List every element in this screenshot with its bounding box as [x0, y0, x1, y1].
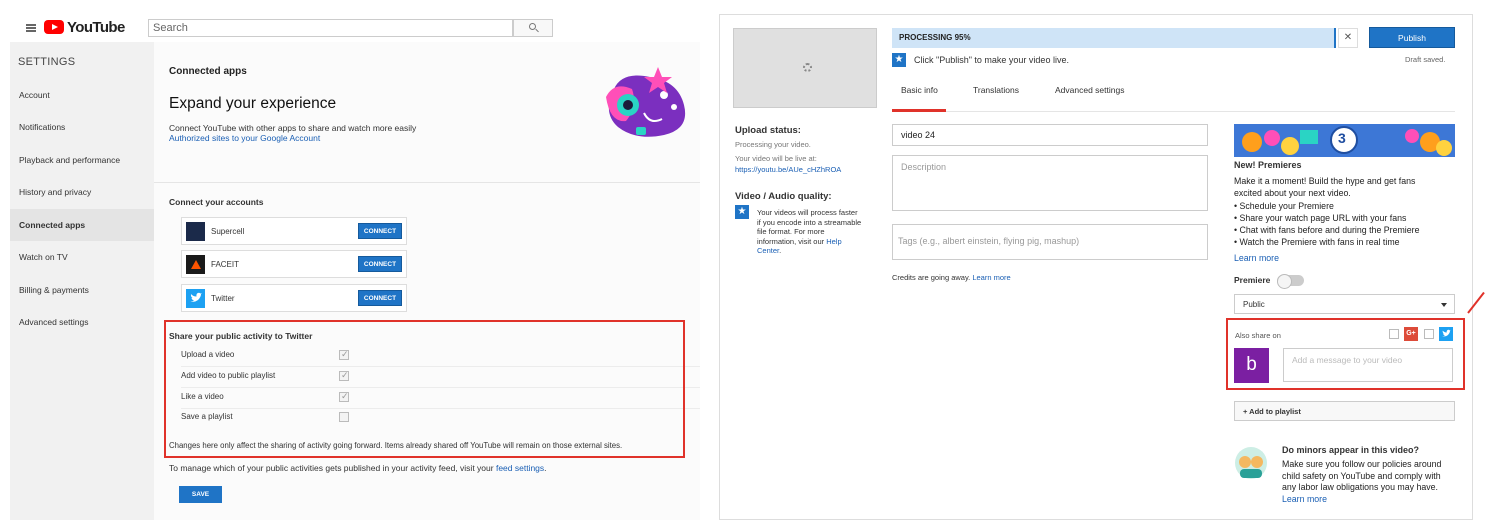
upload-status-label: Upload status:: [735, 125, 801, 136]
manage-activity-text: To manage which of your public activitie…: [169, 463, 547, 473]
account-row-supercell: Supercell CONNECT: [181, 217, 407, 245]
search-input[interactable]: Search: [148, 19, 513, 37]
search-icon: [529, 23, 536, 30]
progress-fill-edge: [1334, 28, 1336, 48]
active-tab-indicator: [892, 109, 946, 112]
save-button[interactable]: SAVE: [179, 486, 222, 503]
premieres-bullet: • Share your watch page URL with your fa…: [1234, 213, 1407, 223]
processing-progress-bar: PROCESSING 95%: [892, 28, 1336, 48]
premiere-label: Premiere: [1234, 275, 1271, 285]
sidebar-title: SETTINGS: [18, 56, 76, 68]
minors-text: Make sure you follow our policies around…: [1282, 459, 1452, 505]
chevron-down-icon: [1441, 303, 1447, 307]
search-button[interactable]: [513, 19, 553, 37]
live-at-text: Your video will be live at:: [735, 154, 817, 163]
connect-twitter-button[interactable]: CONNECT: [358, 290, 402, 306]
sidebar-item-history[interactable]: History and privacy: [10, 176, 154, 208]
video-url-link[interactable]: https://youtu.be/AUe_cHZhROA: [735, 165, 841, 174]
premieres-learn-more-link[interactable]: Learn more: [1234, 253, 1279, 263]
video-thumbnail: [733, 28, 877, 108]
twitter-icon: [186, 289, 205, 308]
youtube-logo-icon[interactable]: [44, 20, 64, 34]
credits-text: Credits are going away.: [892, 273, 971, 282]
sidebar-item-notifications[interactable]: Notifications: [10, 111, 154, 143]
visibility-value: Public: [1243, 300, 1265, 309]
premieres-bullet: • Watch the Premiere with fans in real t…: [1234, 237, 1400, 247]
progress-label: PROCESSING 95%: [899, 33, 971, 42]
section-title: Connected apps: [169, 66, 247, 77]
youtube-wordmark[interactable]: YouTube: [67, 19, 125, 36]
credits-notice: Credits are going away. Learn more: [892, 273, 1011, 282]
minors-illustration: [1235, 447, 1267, 479]
divider: [154, 182, 700, 183]
tags-input[interactable]: Tags (e.g., albert einstein, flying pig,…: [892, 224, 1208, 260]
help-center-end: .: [779, 246, 782, 256]
premieres-banner: 3: [1234, 124, 1455, 157]
account-name: Twitter: [211, 294, 235, 303]
publish-button[interactable]: Publish: [1369, 27, 1455, 48]
premieres-bullet: • Chat with fans before and during the P…: [1234, 225, 1420, 235]
sidebar-item-advanced[interactable]: Advanced settings: [10, 306, 154, 338]
faceit-icon: [186, 255, 205, 274]
visibility-select[interactable]: Public: [1234, 294, 1455, 314]
account-row-faceit: FACEIT CONNECT: [181, 250, 407, 278]
tab-basic-info[interactable]: Basic info: [901, 85, 938, 95]
publish-hint: Click "Publish" to make your video live.: [914, 55, 1069, 65]
connect-supercell-button[interactable]: CONNECT: [358, 223, 402, 239]
minors-learn-more-link[interactable]: Learn more: [1282, 494, 1327, 504]
accounts-heading: Connect your accounts: [169, 197, 264, 207]
premieres-bullet: • Schedule your Premiere: [1234, 201, 1334, 211]
premieres-intro: Make it a moment! Build the hype and get…: [1234, 176, 1416, 198]
tabs-divider: [892, 111, 1455, 112]
page-description: Connect YouTube with other apps to share…: [169, 123, 417, 133]
upload-status-text: Processing your video.: [735, 140, 811, 149]
draft-status: Draft saved.: [1405, 55, 1446, 64]
feed-settings-link[interactable]: feed settings: [496, 463, 544, 473]
account-name: Supercell: [211, 227, 245, 236]
settings-sidebar: SETTINGS Account Notifications Playback …: [10, 42, 154, 520]
account-row-twitter: Twitter CONNECT: [181, 284, 407, 312]
premieres-countdown: 3: [1338, 130, 1346, 146]
menu-icon[interactable]: [26, 24, 36, 26]
minors-description: Make sure you follow our policies around…: [1282, 459, 1442, 492]
premieres-title: New! Premieres: [1234, 160, 1302, 170]
quality-text: Your videos will process faster if you e…: [757, 208, 862, 256]
sidebar-item-billing[interactable]: Billing & payments: [10, 274, 154, 306]
tab-translations[interactable]: Translations: [973, 85, 1019, 95]
manage-end: .: [544, 463, 547, 473]
premiere-toggle[interactable]: [1277, 274, 1304, 289]
authorized-sites-link[interactable]: Authorized sites to your Google Account: [169, 133, 320, 143]
sidebar-item-connected-apps[interactable]: Connected apps: [10, 209, 154, 241]
sidebar-item-watch-on-tv[interactable]: Watch on TV: [10, 241, 154, 273]
sidebar-item-account[interactable]: Account: [10, 79, 154, 111]
title-input[interactable]: video 24: [892, 124, 1208, 146]
twitter-bird: [190, 292, 202, 302]
manage-text: To manage which of your public activitie…: [169, 463, 494, 473]
close-icon[interactable]: ✕: [1338, 28, 1358, 48]
sidebar-item-playback[interactable]: Playback and performance: [10, 144, 154, 176]
description-input[interactable]: Description: [892, 155, 1208, 211]
star-icon: ★: [735, 205, 749, 219]
credits-learn-more-link[interactable]: Learn more: [972, 273, 1010, 282]
loading-spinner-icon: [803, 63, 812, 72]
highlight-box: [164, 320, 685, 458]
quality-description: Your videos will process faster if you e…: [757, 208, 862, 246]
highlight-box: [1226, 318, 1465, 390]
quality-label: Video / Audio quality:: [735, 191, 832, 202]
upload-window: PROCESSING 95% ✕ Publish Draft saved. ★ …: [719, 14, 1473, 520]
supercell-icon: [186, 222, 205, 241]
star-icon: ★: [892, 53, 906, 67]
tab-advanced-settings[interactable]: Advanced settings: [1055, 85, 1124, 95]
connect-faceit-button[interactable]: CONNECT: [358, 256, 402, 272]
minors-heading: Do minors appear in this video?: [1282, 445, 1420, 455]
add-to-playlist-button[interactable]: + Add to playlist: [1234, 401, 1455, 421]
page-headline: Expand your experience: [169, 95, 337, 112]
illustration-image: [606, 67, 686, 137]
top-bar: YouTube Search: [10, 0, 700, 42]
faceit-mark: [191, 260, 201, 269]
account-name: FACEIT: [211, 260, 240, 269]
